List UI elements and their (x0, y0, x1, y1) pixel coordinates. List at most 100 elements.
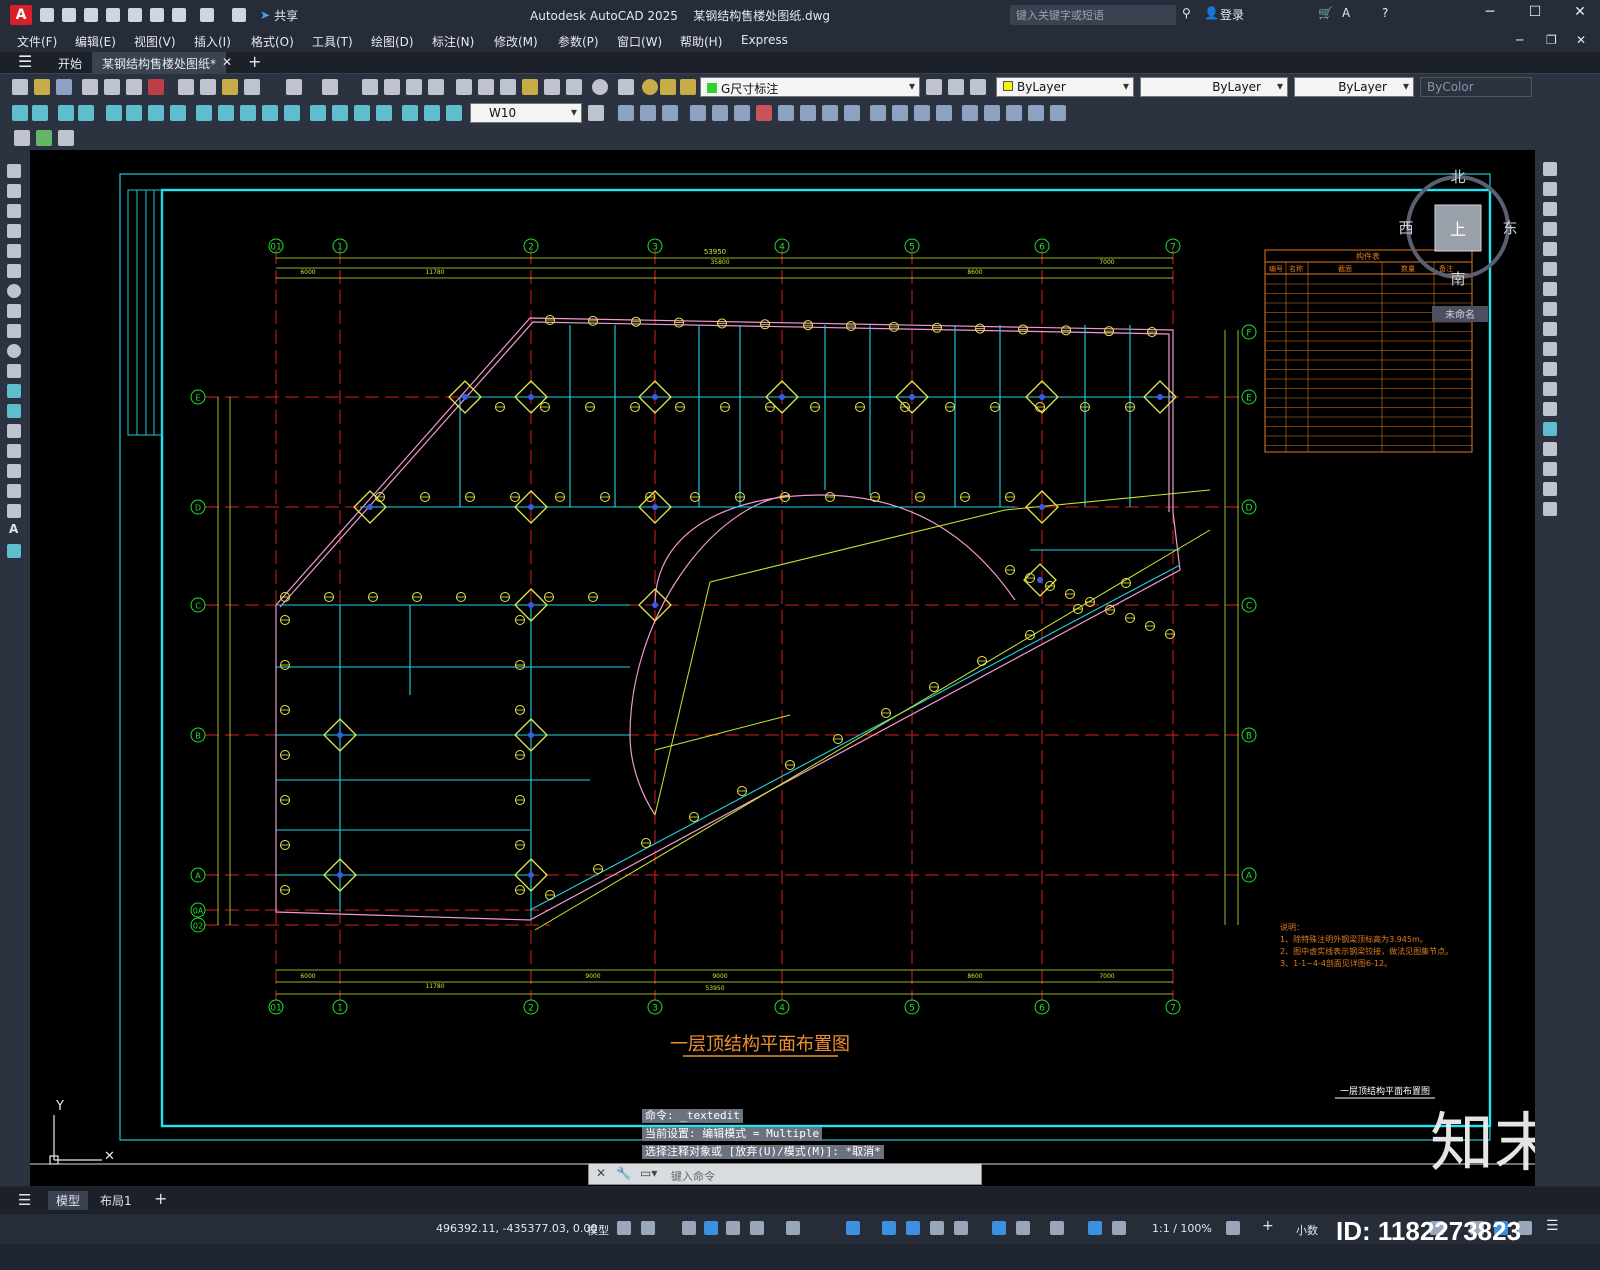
fillet-icon[interactable] (1543, 462, 1557, 476)
cut-icon[interactable] (178, 79, 194, 95)
save-web-icon[interactable] (150, 8, 164, 22)
close-button[interactable]: ✕ (1565, 4, 1595, 26)
help-icon[interactable]: ? (1382, 6, 1388, 20)
undo-icon[interactable] (200, 8, 214, 22)
workspace-gear-icon[interactable] (1226, 1221, 1240, 1235)
mirror-icon[interactable] (1543, 202, 1557, 216)
region-icon[interactable] (7, 484, 21, 498)
linetype-dropdown[interactable]: ByLayer (1140, 77, 1288, 97)
transparency-icon[interactable] (906, 1221, 920, 1235)
aligned-dim-icon[interactable] (32, 105, 48, 121)
baseline-icon[interactable] (218, 105, 234, 121)
share-icon[interactable]: ➤ (260, 8, 270, 22)
lineweight-dropdown[interactable]: ByLayer (1294, 77, 1414, 97)
autocad-logo-icon[interactable]: A (10, 5, 32, 25)
menu-window[interactable]: 窗口(W) (617, 33, 662, 50)
autodesk-account-icon[interactable]: A (1342, 6, 1350, 20)
isodraft-icon[interactable] (786, 1221, 800, 1235)
publish-icon[interactable] (126, 79, 142, 95)
lineweight-icon[interactable] (882, 1221, 896, 1235)
new-tab-icon[interactable]: + (238, 52, 271, 74)
help-icon[interactable] (592, 79, 608, 95)
3d-osnap-icon[interactable] (954, 1221, 968, 1235)
drawing-canvas[interactable]: 01 1 2 3 4 5 6 7 01 1 2 3 4 5 6 7 E D C B A 0A 02 F E D C B A 539… (30, 150, 1535, 1186)
login-button[interactable]: 登录 (1220, 6, 1244, 23)
dim-style-icon[interactable] (588, 105, 604, 121)
tab-layout1[interactable]: 布局1 (100, 1192, 132, 1209)
view-top-icon[interactable] (870, 105, 886, 121)
jogged-icon[interactable] (126, 105, 142, 121)
plotstyle-dropdown[interactable]: ByColor (1420, 77, 1532, 97)
menu-edit[interactable]: 编辑(E) (75, 33, 116, 50)
polygon-icon[interactable] (7, 224, 21, 238)
redo-icon[interactable] (322, 79, 338, 95)
color-dropdown[interactable]: ByLayer (996, 77, 1134, 97)
view-sw-iso-icon[interactable] (1006, 105, 1022, 121)
layer-state-icon[interactable] (970, 79, 986, 95)
zoom-previous-icon[interactable] (428, 79, 444, 95)
dim-edit-icon[interactable] (402, 105, 418, 121)
paste-icon[interactable] (222, 79, 238, 95)
view-ne-iso-icon[interactable] (1050, 105, 1066, 121)
tab-drawing[interactable]: 某钢结构售楼处图纸* (92, 52, 227, 74)
move-icon[interactable] (1543, 262, 1557, 276)
center-mark-icon[interactable] (332, 105, 348, 121)
print-icon[interactable] (82, 79, 98, 95)
toolpalettes-icon[interactable] (500, 79, 516, 95)
viewcube-east[interactable]: 东 (1502, 219, 1517, 237)
insert-icon[interactable] (7, 384, 21, 398)
view-bottom-icon[interactable] (892, 105, 908, 121)
model-space-button[interactable]: 模型 (587, 1222, 609, 1238)
polar-icon[interactable] (750, 1221, 764, 1235)
menu-dimension[interactable]: 标注(N) (432, 33, 474, 50)
annotation-visibility-icon[interactable] (1088, 1221, 1102, 1235)
line-icon[interactable] (7, 164, 21, 178)
command-customize-icon[interactable]: 🔧 (616, 1166, 631, 1180)
scale-icon[interactable] (1543, 302, 1557, 316)
qnew-icon[interactable] (12, 79, 28, 95)
gizmo-icon[interactable] (1050, 1221, 1064, 1235)
ortho-icon[interactable] (726, 1221, 740, 1235)
command-close-icon[interactable]: ✕ (596, 1166, 606, 1180)
search-icon[interactable]: ⚲ (1182, 6, 1191, 20)
add-selected-icon[interactable] (7, 544, 21, 558)
radius-icon[interactable] (106, 105, 122, 121)
create-block-icon[interactable] (58, 130, 74, 146)
3dprint-icon[interactable] (148, 79, 164, 95)
extend-icon[interactable] (1543, 362, 1557, 376)
menu-draw[interactable]: 绘图(D) (371, 33, 414, 50)
view-back-icon[interactable] (984, 105, 1000, 121)
markup-icon[interactable] (544, 79, 560, 95)
doc-minimize-button[interactable]: ─ (1516, 33, 1523, 47)
command-recent-icon[interactable]: ▭▾ (640, 1166, 657, 1180)
spline-icon[interactable] (7, 324, 21, 338)
blend-icon[interactable] (1543, 482, 1557, 496)
quick-dim-icon[interactable] (196, 105, 212, 121)
join-icon[interactable] (1543, 422, 1557, 436)
array-icon[interactable] (1543, 242, 1557, 256)
rotate-icon[interactable] (1543, 282, 1557, 296)
dim-break-icon[interactable] (284, 105, 300, 121)
linear-dim-icon[interactable] (12, 105, 28, 121)
hatch-icon[interactable] (7, 444, 21, 458)
viewcube-north[interactable]: 北 (1450, 168, 1465, 186)
menu-file[interactable]: 文件(F) (17, 33, 57, 50)
ucs-zaxis-icon[interactable] (778, 105, 794, 121)
plot-icon[interactable] (172, 8, 186, 22)
layer-freeze-icon[interactable] (660, 79, 676, 95)
ucs-origin-icon[interactable] (756, 105, 772, 121)
rectangle-icon[interactable] (7, 244, 21, 258)
menu-tools[interactable]: 工具(T) (312, 33, 353, 50)
maximize-button[interactable]: ☐ (1520, 4, 1550, 26)
matchprop-icon[interactable] (244, 79, 260, 95)
zoom-realtime-icon[interactable] (384, 79, 400, 95)
user-icon[interactable]: 👤 (1204, 6, 1219, 20)
continue-icon[interactable] (240, 105, 256, 121)
text-style-dropdown[interactable]: W10 (470, 103, 582, 123)
menu-express[interactable]: Express (741, 33, 788, 47)
arc-icon[interactable] (7, 264, 21, 278)
ucs-icon[interactable] (618, 105, 634, 121)
make-block-icon[interactable] (7, 404, 21, 418)
view-se-iso-icon[interactable] (1028, 105, 1044, 121)
undo-icon[interactable] (286, 79, 302, 95)
